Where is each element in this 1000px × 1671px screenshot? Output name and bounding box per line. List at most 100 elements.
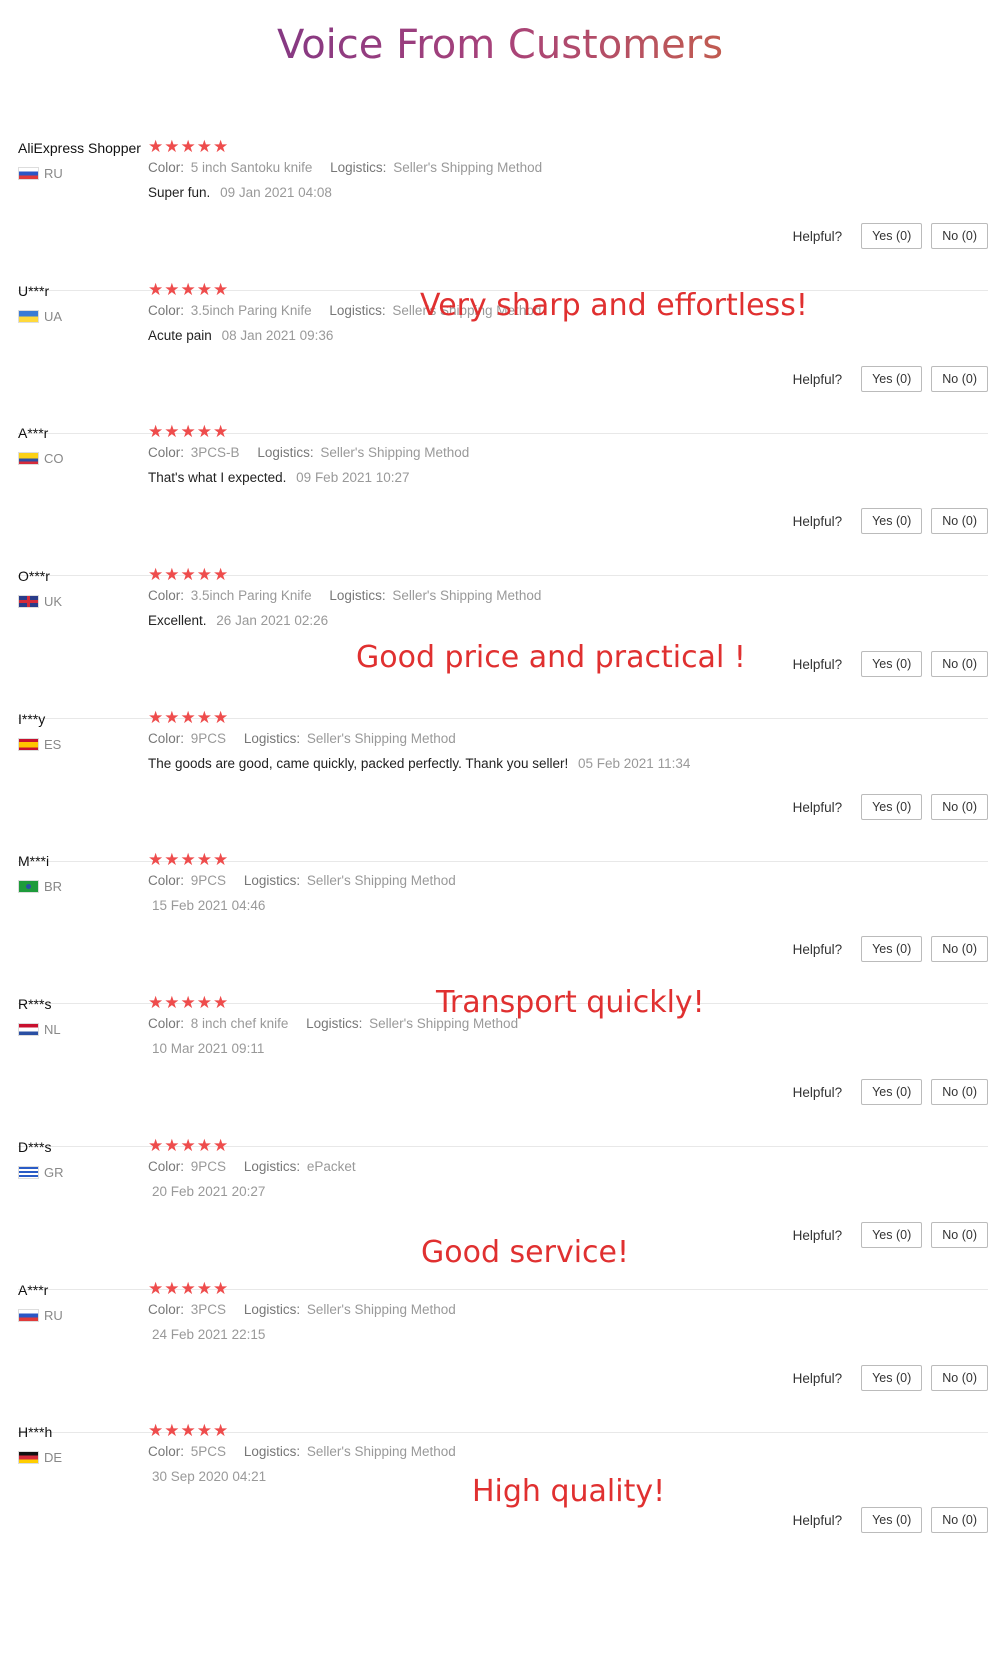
review-date: 30 Sep 2020 04:21 bbox=[152, 1469, 267, 1484]
color-label: Color: bbox=[148, 303, 185, 318]
star-icon: ★ bbox=[196, 708, 212, 727]
es-flag-icon bbox=[18, 738, 39, 751]
helpful-no-button[interactable]: No (0) bbox=[931, 1507, 988, 1533]
helpful-label: Helpful? bbox=[792, 228, 843, 244]
reviewer-name: AliExpress Shopper bbox=[18, 140, 141, 156]
helpful-yes-button[interactable]: Yes (0) bbox=[861, 223, 923, 249]
color-label: Color: bbox=[148, 445, 185, 460]
helpful-yes-button[interactable]: Yes (0) bbox=[861, 794, 923, 820]
reviewer-name: H***h bbox=[18, 1424, 53, 1440]
logistics-label: Logistics: bbox=[330, 160, 387, 175]
country-code: ES bbox=[44, 737, 62, 752]
page-title: Voice From Customers bbox=[0, 22, 1000, 68]
star-icon: ★ bbox=[164, 565, 180, 584]
star-icon: ★ bbox=[148, 1136, 164, 1155]
star-icon: ★ bbox=[213, 280, 229, 299]
helpful-yes-button[interactable]: Yes (0) bbox=[861, 651, 923, 677]
star-rating: ★ ★ ★ ★ ★ bbox=[148, 1279, 228, 1299]
star-icon: ★ bbox=[180, 1136, 196, 1155]
star-icon: ★ bbox=[213, 137, 229, 156]
star-icon: ★ bbox=[180, 1279, 196, 1298]
logistics-label: Logistics: bbox=[306, 1016, 363, 1031]
helpful-yes-button[interactable]: Yes (0) bbox=[861, 1507, 923, 1533]
review-date: 08 Jan 2021 09:36 bbox=[221, 328, 334, 343]
co-flag-icon bbox=[18, 452, 39, 465]
star-icon: ★ bbox=[180, 137, 196, 156]
helpful-yes-button[interactable]: Yes (0) bbox=[861, 508, 923, 534]
helpful-no-button[interactable]: No (0) bbox=[931, 508, 988, 534]
color-label: Color: bbox=[148, 1016, 185, 1031]
helpful-no-button[interactable]: No (0) bbox=[931, 1365, 988, 1391]
country-code: CO bbox=[44, 451, 64, 466]
review-item: AliExpress Shopper RU ★ ★ ★ ★ ★ Color: 5 inc… bbox=[18, 137, 988, 291]
review-meta: Color: 3PCS Logistics: Seller's Shipping… bbox=[148, 1302, 470, 1317]
reviewer-name: O***r bbox=[18, 568, 50, 584]
helpful-no-button[interactable]: No (0) bbox=[931, 794, 988, 820]
logistics-label: Logistics: bbox=[257, 445, 314, 460]
reviewer-name: U***r bbox=[18, 283, 50, 299]
country-code: DE bbox=[44, 1450, 63, 1465]
helpful-yes-button[interactable]: Yes (0) bbox=[861, 366, 923, 392]
review-body: Excellent. 26 Jan 2021 02:26 bbox=[148, 613, 328, 628]
star-icon: ★ bbox=[164, 850, 180, 869]
helpful-no-button[interactable]: No (0) bbox=[931, 223, 988, 249]
ru-flag-icon bbox=[18, 1309, 39, 1322]
country-code: UA bbox=[44, 309, 63, 324]
helpful-no-button[interactable]: No (0) bbox=[931, 366, 988, 392]
review-date: 20 Feb 2021 20:27 bbox=[152, 1184, 266, 1199]
callout-transport: Transport quickly! bbox=[436, 985, 705, 1020]
star-icon: ★ bbox=[213, 1421, 229, 1440]
color-label: Color: bbox=[148, 160, 185, 175]
color-label: Color: bbox=[148, 873, 185, 888]
star-rating: ★ ★ ★ ★ ★ bbox=[148, 565, 228, 585]
helpful-yes-button[interactable]: Yes (0) bbox=[861, 1365, 923, 1391]
review-item: A***r CO ★ ★ ★ ★ ★ Color: 3PCS-B Logistics: … bbox=[18, 422, 988, 576]
reviewer-country: UA bbox=[18, 309, 62, 324]
callout-quality: High quality! bbox=[472, 1474, 666, 1509]
logistics-label: Logistics: bbox=[329, 588, 386, 603]
star-icon: ★ bbox=[148, 993, 164, 1012]
star-rating: ★ ★ ★ ★ ★ bbox=[148, 137, 228, 157]
star-icon: ★ bbox=[196, 422, 212, 441]
reviewer-name: R***s bbox=[18, 996, 52, 1012]
star-icon: ★ bbox=[180, 850, 196, 869]
logistics-label: Logistics: bbox=[243, 873, 301, 888]
review-meta: Color: 3.5inch Paring Knife Logistics: S… bbox=[148, 588, 555, 603]
review-body: 30 Sep 2020 04:21 bbox=[148, 1469, 266, 1484]
helpful-label: Helpful? bbox=[792, 799, 843, 815]
helpful-no-button[interactable]: No (0) bbox=[931, 1222, 988, 1248]
reviewer-name: A***r bbox=[18, 425, 49, 441]
star-icon: ★ bbox=[196, 850, 212, 869]
star-rating: ★ ★ ★ ★ ★ bbox=[148, 422, 228, 442]
reviewer-country: RU bbox=[18, 1308, 63, 1323]
gr-flag-icon bbox=[18, 1166, 39, 1179]
reviewer-country: GR bbox=[18, 1165, 64, 1180]
helpful-yes-button[interactable]: Yes (0) bbox=[861, 1079, 923, 1105]
star-rating: ★ ★ ★ ★ ★ bbox=[148, 280, 228, 300]
country-code: BR bbox=[44, 879, 63, 894]
helpful-no-button[interactable]: No (0) bbox=[931, 936, 988, 962]
helpful-controls: Helpful? Yes (0) No (0) bbox=[793, 1365, 988, 1391]
color-value: 3PCS bbox=[190, 1302, 227, 1317]
helpful-yes-button[interactable]: Yes (0) bbox=[861, 936, 923, 962]
country-code: GR bbox=[44, 1165, 64, 1180]
helpful-no-button[interactable]: No (0) bbox=[931, 651, 988, 677]
logistics-value: Seller's Shipping Method bbox=[306, 873, 456, 888]
star-icon: ★ bbox=[148, 708, 164, 727]
review-text: Excellent. bbox=[148, 613, 207, 628]
review-meta: Color: 5PCS Logistics: Seller's Shipping… bbox=[148, 1444, 470, 1459]
review-body: 15 Feb 2021 04:46 bbox=[148, 898, 265, 913]
color-value: 5PCS bbox=[190, 1444, 227, 1459]
helpful-no-button[interactable]: No (0) bbox=[931, 1079, 988, 1105]
color-value: 3PCS-B bbox=[190, 445, 240, 460]
review-body: 20 Feb 2021 20:27 bbox=[148, 1184, 265, 1199]
star-icon: ★ bbox=[164, 1279, 180, 1298]
logistics-value: Seller's Shipping Method bbox=[306, 1444, 456, 1459]
color-value: 5 inch Santoku knife bbox=[190, 160, 313, 175]
star-icon: ★ bbox=[164, 280, 180, 299]
color-value: 8 inch chef knife bbox=[190, 1016, 289, 1031]
star-icon: ★ bbox=[180, 1421, 196, 1440]
helpful-yes-button[interactable]: Yes (0) bbox=[861, 1222, 923, 1248]
review-date: 09 Feb 2021 10:27 bbox=[296, 470, 410, 485]
review-text: Acute pain bbox=[148, 328, 212, 343]
